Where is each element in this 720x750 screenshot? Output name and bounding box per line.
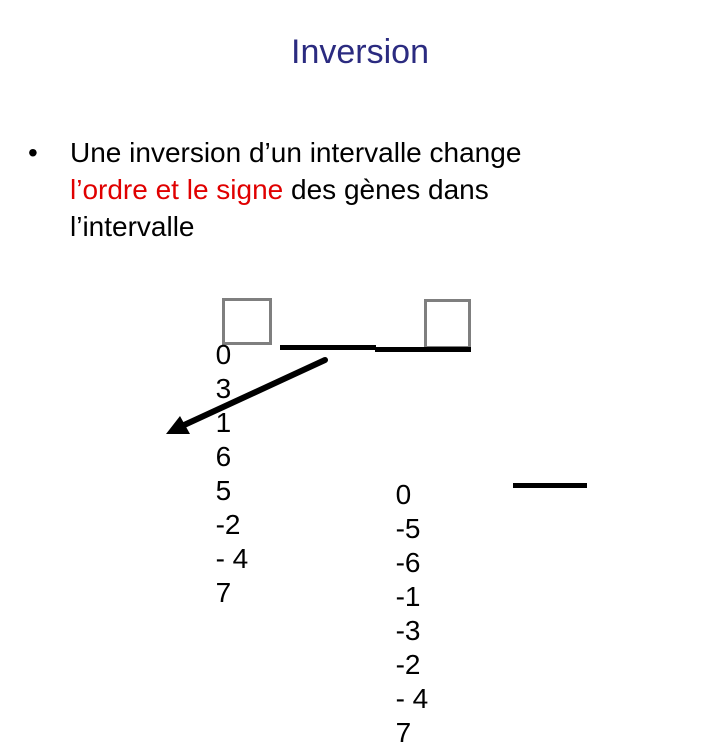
gene-token: -5 bbox=[395, 513, 421, 544]
interval-underline-2 bbox=[375, 347, 471, 352]
arrow-head bbox=[166, 416, 190, 434]
gene-token: 6 bbox=[215, 441, 232, 472]
bullet-line-1: Une inversion d’un intervalle change bbox=[70, 137, 522, 168]
bullet-marker: • bbox=[28, 137, 38, 168]
bullet-line-3: l’intervalle bbox=[70, 211, 195, 242]
arrow-down-left-icon bbox=[166, 357, 328, 434]
gene-token: -6 bbox=[395, 547, 421, 578]
highlighted-text: l’ordre et le signe bbox=[70, 174, 284, 205]
bullet-text: Une inversion d’un intervalle change l’o… bbox=[70, 134, 660, 245]
bullet-line-2: l’ordre et le signe des gènes dans bbox=[70, 171, 660, 208]
gene-token: -1 bbox=[395, 581, 421, 612]
sequence-after: 0 -5 -6 -1 -3 -2 - 4 7 bbox=[380, 444, 429, 750]
boundary-box-right bbox=[424, 299, 471, 349]
bullet-line-2-rest: des gènes dans bbox=[283, 174, 489, 205]
gene-token: - 4 bbox=[215, 543, 249, 574]
slide-title: Inversion bbox=[291, 33, 429, 71]
gene-token: 1 bbox=[215, 407, 232, 438]
interval-underline-1 bbox=[280, 345, 376, 350]
gene-token: 0 bbox=[215, 339, 232, 370]
gene-token: 7 bbox=[215, 577, 232, 608]
gene-token: 7 bbox=[395, 717, 412, 748]
gene-token: 3 bbox=[215, 373, 232, 404]
gene-token: 0 bbox=[395, 479, 412, 510]
sequence-before: 0 3 1 6 5 -2 - 4 7 bbox=[200, 304, 249, 610]
gene-token: -2 bbox=[215, 509, 241, 540]
gene-token: -2 bbox=[395, 649, 421, 680]
gene-token: -3 bbox=[395, 615, 421, 646]
interval-underline-after bbox=[513, 483, 587, 488]
gene-token: - 4 bbox=[395, 683, 429, 714]
gene-token: 5 bbox=[215, 475, 232, 506]
